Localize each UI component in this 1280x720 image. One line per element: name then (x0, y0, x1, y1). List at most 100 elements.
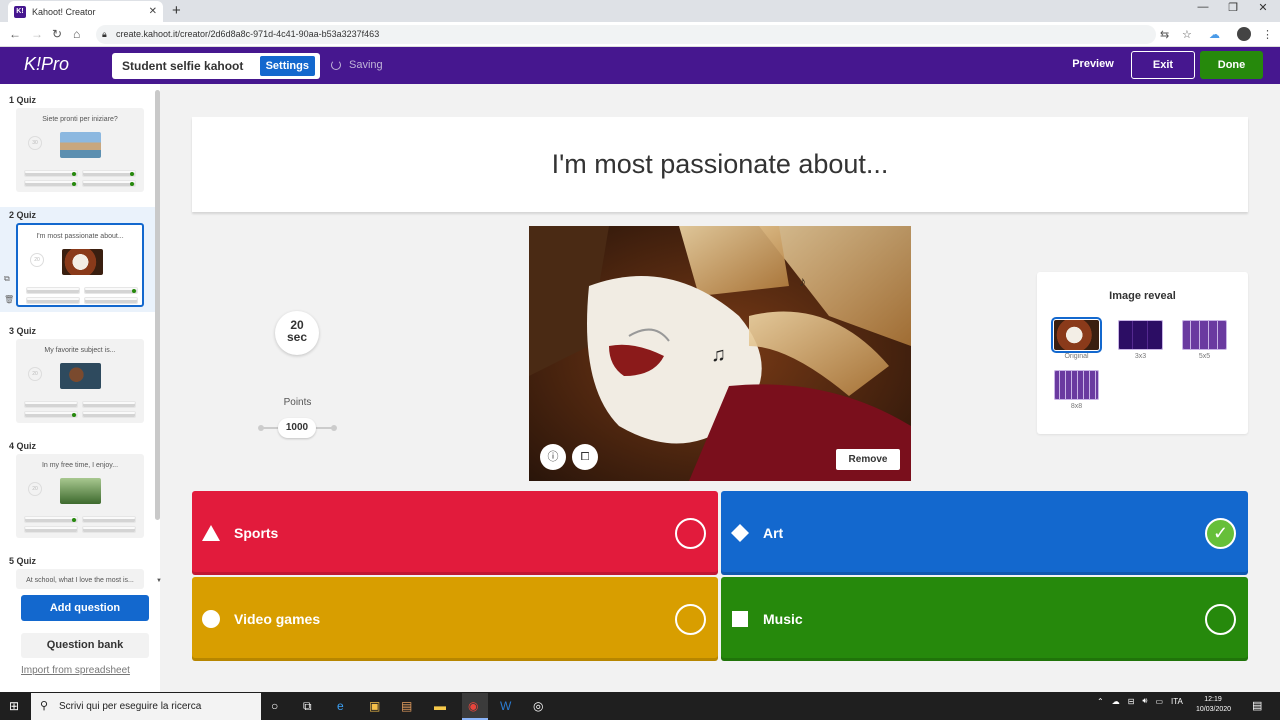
word-icon[interactable]: W (500, 699, 511, 713)
task-view-icon[interactable]: ⧉ (303, 699, 312, 714)
answer-slot (24, 516, 78, 523)
scroll-down-icon[interactable]: ▼ (156, 578, 162, 584)
photos-icon[interactable]: ▤ (401, 699, 412, 713)
taskbar-clock[interactable]: 12:19 10/03/2020 (1196, 695, 1232, 715)
kahoot-title-box[interactable]: Student selfie kahoot Settings (112, 53, 320, 79)
slide-question: At school, what I love the most is... (26, 577, 134, 584)
notification-icon[interactable]: ▤ (1252, 699, 1262, 712)
lock-icon: 🔒︎ (102, 29, 107, 39)
answer-slot (84, 297, 138, 304)
menu-dots-icon[interactable]: ⋮ (1262, 28, 1273, 41)
sidebar-scrollbar[interactable] (155, 90, 160, 520)
circle-icon (202, 610, 220, 628)
file-explorer-icon[interactable]: ▬ (434, 699, 446, 713)
answer-2[interactable]: Art ✓ (721, 491, 1248, 575)
answer-text[interactable]: Video games (234, 611, 320, 627)
answer-text[interactable]: Music (763, 611, 803, 627)
slide-image (60, 132, 101, 158)
reveal-option-8x8[interactable]: 8x8 (1054, 370, 1099, 410)
settings-button[interactable]: Settings (258, 55, 316, 77)
slide-thumbnail-3[interactable]: My favorite subject is... 20 (16, 339, 144, 423)
correct-toggle[interactable] (675, 517, 706, 549)
logo-suffix: Pro (41, 54, 70, 74)
profile-avatar[interactable] (1237, 27, 1251, 41)
url-field[interactable]: 🔒︎ create.kahoot.it/creator/2d6d8a8c-971… (96, 25, 1156, 44)
volume-icon[interactable]: 🔊︎ (1142, 696, 1147, 706)
correct-dot (72, 182, 76, 186)
new-tab-button[interactable]: + (172, 2, 181, 19)
points-slider-min[interactable] (258, 425, 264, 431)
reveal-option-3x3[interactable]: 3x3 (1118, 320, 1163, 360)
tray-expand-icon[interactable]: ⌃ (1097, 697, 1104, 706)
tab-close-icon[interactable]: ✕ (149, 6, 157, 17)
reveal-option-label: Original (1064, 353, 1089, 360)
cortana-icon[interactable]: ○ (271, 699, 278, 713)
extension-icon[interactable]: ☁ (1209, 28, 1220, 41)
windows-start-icon[interactable]: ⊞ (9, 699, 19, 713)
save-status-text: Saving (349, 59, 383, 71)
time-limit-button[interactable]: 20 sec (275, 311, 319, 355)
answer-1[interactable]: Sports (192, 491, 718, 575)
svg-text:♫: ♫ (711, 344, 726, 366)
network-icon[interactable]: ⊟ (1128, 697, 1135, 706)
points-value[interactable]: 1000 (278, 418, 316, 438)
remove-image-button[interactable]: Remove (836, 449, 900, 470)
slide-thumbnail-1[interactable]: Siete pronti per iniziare? 30 (16, 108, 144, 192)
store-icon[interactable]: ▣ (369, 699, 380, 713)
slide-timer: 20 (28, 367, 42, 381)
onedrive-icon[interactable]: ☁ (1112, 697, 1120, 706)
battery-icon[interactable]: ▭ (1155, 697, 1163, 706)
slide-thumbnail-5[interactable]: At school, what I love the most is... (16, 569, 144, 589)
crop-icon[interactable]: ⧠ (572, 444, 598, 470)
correct-dot (72, 172, 76, 176)
correct-toggle[interactable] (1205, 603, 1236, 635)
reveal-option-5x5[interactable]: 5x5 (1182, 320, 1227, 360)
maximize-button[interactable]: ❐ (1218, 1, 1248, 14)
correct-dot (130, 182, 134, 186)
image-info-icon[interactable]: ⓘ (540, 444, 566, 470)
add-question-button[interactable]: Add question (21, 595, 149, 621)
window-close-button[interactable]: ✕ (1248, 1, 1278, 14)
delete-slide-icon[interactable]: 🗑︎ (4, 295, 14, 304)
reveal-option-label: 8x8 (1070, 403, 1083, 410)
bookmark-star-icon[interactable]: ☆ (1182, 28, 1192, 41)
reload-icon[interactable]: ↻ (52, 27, 62, 41)
answer-text[interactable]: Sports (234, 525, 278, 541)
preview-button[interactable]: Preview (1066, 58, 1120, 70)
checkmark-icon: ✓ (1212, 522, 1229, 543)
kahoot-pro-logo[interactable]: K!Pro (24, 54, 69, 75)
triangle-icon (202, 524, 220, 542)
correct-toggle[interactable]: ✓ (1205, 517, 1236, 549)
answer-4[interactable]: Music (721, 577, 1248, 661)
browser-tab[interactable]: K! Kahoot! Creator ✕ (8, 1, 163, 22)
square-icon (731, 610, 749, 628)
question-bank-button[interactable]: Question bank (21, 633, 149, 658)
clock-date: 10/03/2020 (1196, 706, 1232, 713)
minimize-button[interactable]: — (1188, 1, 1218, 13)
points-slider-max[interactable] (331, 425, 337, 431)
app-icon[interactable]: ◎ (533, 699, 543, 713)
forward-icon[interactable]: → (31, 27, 43, 41)
language-indicator[interactable]: ITA (1171, 697, 1183, 706)
answer-text[interactable]: Art (763, 525, 783, 541)
back-icon[interactable]: ← (9, 27, 21, 41)
question-title-field[interactable]: I'm most passionate about... (192, 117, 1248, 212)
duplicate-slide-icon[interactable]: ⧉ (4, 274, 10, 284)
taskbar-search-box[interactable]: ⚲ Scrivi qui per eseguire la ricerca (31, 693, 261, 720)
answer-3[interactable]: Video games (192, 577, 718, 661)
slide-image (62, 249, 103, 275)
answer-slot (26, 297, 80, 304)
home-icon[interactable]: ⌂ (73, 27, 80, 41)
slide-thumbnail-2[interactable]: I'm most passionate about... 20 (16, 223, 144, 307)
search-icon: ⚲ (40, 700, 49, 712)
translate-icon[interactable]: ⇆ (1160, 28, 1169, 41)
taskbar-search-text: Scrivi qui per eseguire la ricerca (59, 701, 202, 712)
exit-button[interactable]: Exit (1131, 51, 1195, 79)
question-image[interactable]: ♫ ♪ (529, 226, 911, 481)
slide-thumbnail-4[interactable]: In my free time, I enjoy... 20 (16, 454, 144, 538)
edge-icon[interactable]: e (337, 699, 344, 713)
reveal-option-original[interactable]: Original (1051, 317, 1102, 360)
import-spreadsheet-link[interactable]: Import from spreadsheet (21, 665, 130, 676)
done-button[interactable]: Done (1200, 51, 1263, 79)
correct-toggle[interactable] (675, 603, 706, 635)
